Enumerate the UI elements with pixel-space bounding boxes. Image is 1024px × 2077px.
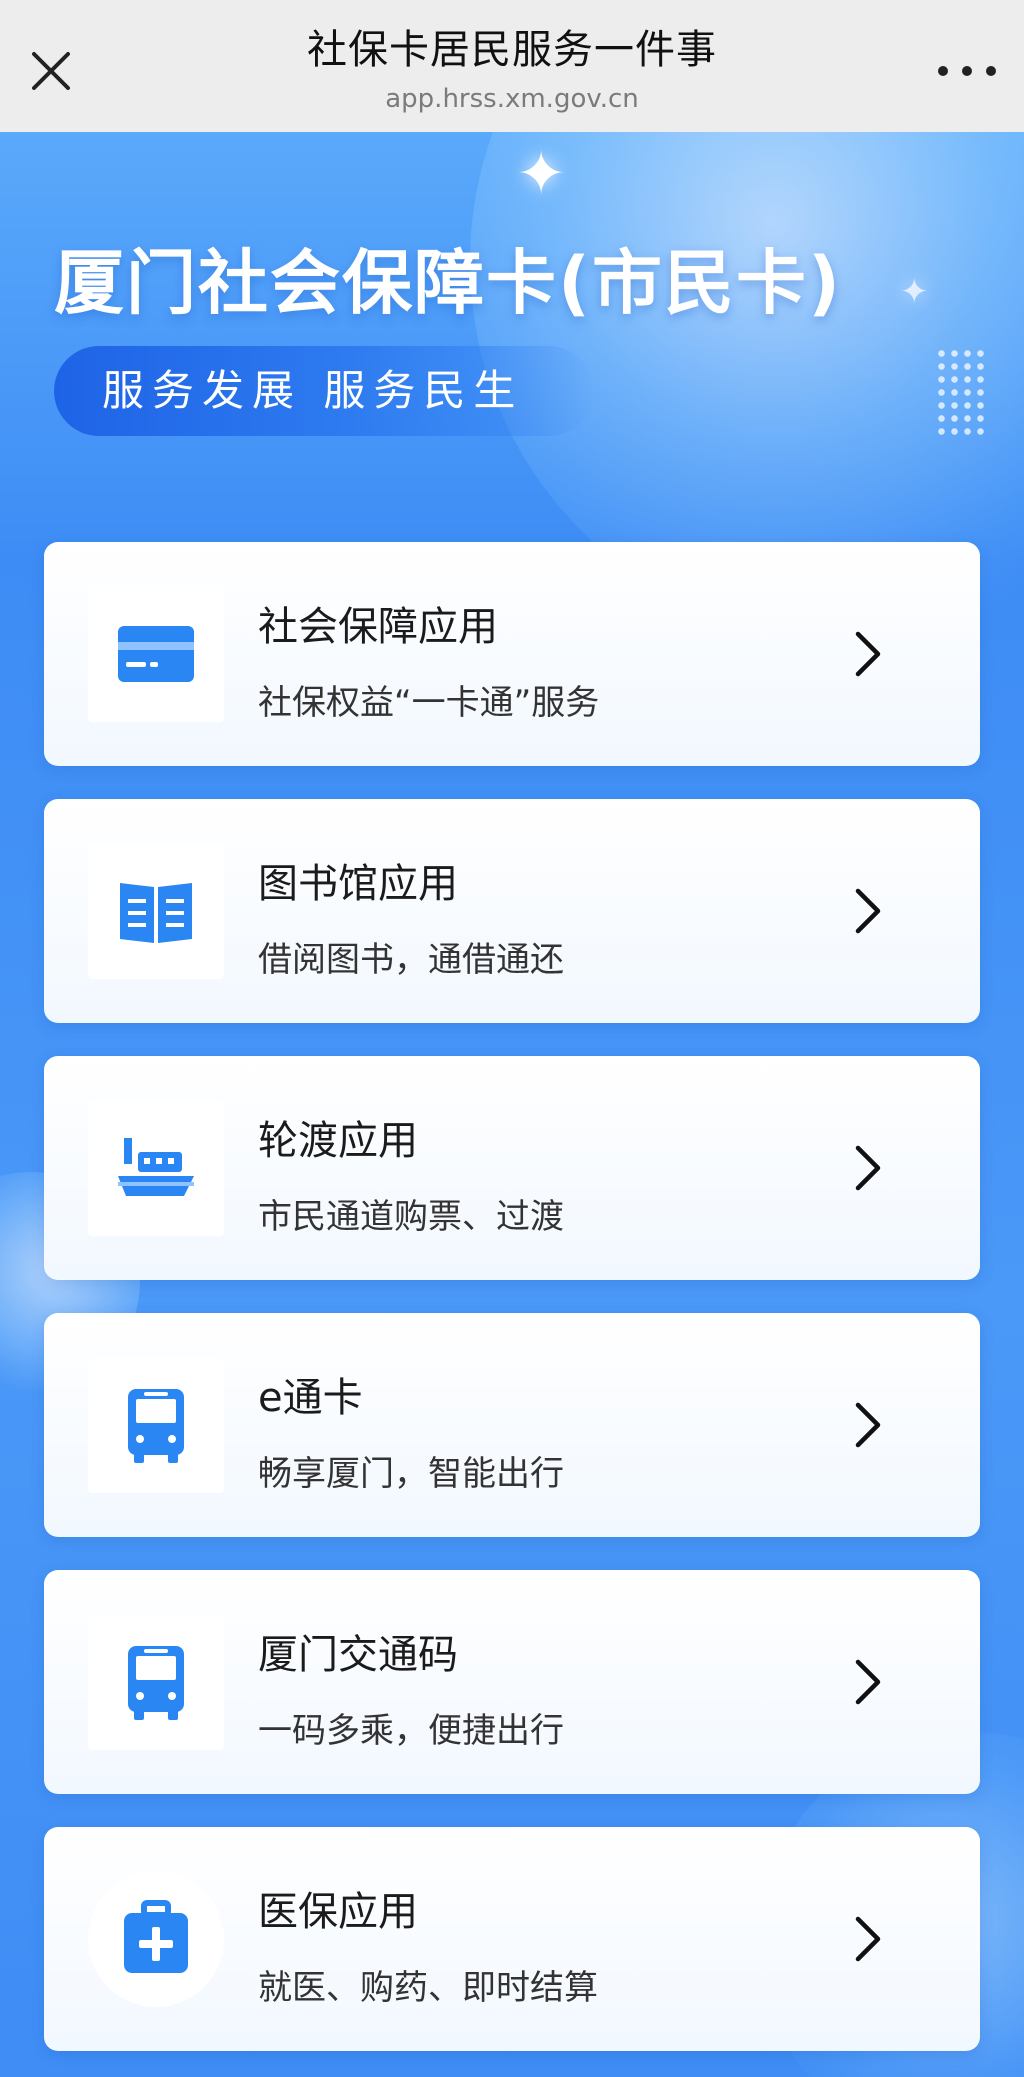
- page-url: app.hrss.xm.gov.cn: [385, 84, 639, 114]
- icon-container: [88, 843, 224, 979]
- slogan-banner: 服务发展 服务民生: [54, 346, 594, 436]
- icon-container: [88, 586, 224, 722]
- hero-title: 厦门社会保障卡(市民卡): [54, 242, 842, 324]
- icon-container: [88, 1614, 224, 1750]
- sparkle-icon: ✦: [900, 272, 929, 312]
- ferry-icon: [118, 1138, 194, 1196]
- bus-icon: [128, 1646, 184, 1720]
- card-subtitle: 社保权益“一卡通”服务: [258, 683, 600, 723]
- chevron-right-icon: [855, 631, 881, 677]
- sparkle-icon: ✦: [516, 139, 567, 209]
- chevron-right-icon: [855, 1145, 881, 1191]
- close-icon[interactable]: [28, 48, 74, 94]
- card-title: 厦门交通码: [258, 1632, 458, 1678]
- card-title: 医保应用: [258, 1889, 418, 1935]
- dot: [938, 66, 948, 76]
- bus-icon: [128, 1389, 184, 1463]
- service-card-ferry[interactable]: 轮渡应用 市民通道购票、过渡: [44, 1056, 980, 1280]
- service-card-list: 社会保障应用 社保权益“一卡通”服务 图书馆应用 借阅图书，通借通还 轮渡应用 …: [44, 542, 980, 2077]
- chevron-right-icon: [855, 1916, 881, 1962]
- slogan-text: 服务发展 服务民生: [102, 366, 524, 415]
- card-title: 图书馆应用: [258, 861, 458, 907]
- card-subtitle: 畅享厦门，智能出行: [258, 1454, 564, 1494]
- book-icon: [120, 883, 192, 943]
- dot: [962, 66, 972, 76]
- service-card-social-security[interactable]: 社会保障应用 社保权益“一卡通”服务: [44, 542, 980, 766]
- service-card-library[interactable]: 图书馆应用 借阅图书，通借通还: [44, 799, 980, 1023]
- more-dots-icon[interactable]: [938, 56, 996, 86]
- main-content: ✦ ✦ 厦门社会保障卡(市民卡) 服务发展 服务民生 社会保障应用 社保权益“一…: [0, 132, 1024, 2077]
- medical-kit-icon: [124, 1900, 188, 1973]
- service-card-etong[interactable]: e通卡 畅享厦门，智能出行: [44, 1313, 980, 1537]
- card-subtitle: 一码多乘，便捷出行: [258, 1711, 564, 1751]
- chevron-right-icon: [855, 888, 881, 934]
- icon-container: [88, 1357, 224, 1493]
- page-title: 社保卡居民服务一件事: [307, 27, 717, 73]
- card-title: 社会保障应用: [258, 604, 498, 650]
- icon-container: [88, 1100, 224, 1236]
- card-title: 轮渡应用: [258, 1118, 418, 1164]
- card-icon: [118, 626, 194, 682]
- card-subtitle: 借阅图书，通借通还: [258, 940, 564, 980]
- dot-grid-decoration: [935, 347, 985, 437]
- service-card-traffic-code[interactable]: 厦门交通码 一码多乘，便捷出行: [44, 1570, 980, 1794]
- card-subtitle: 就医、购药、即时结算: [258, 1968, 598, 2008]
- title-block: 社保卡居民服务一件事 app.hrss.xm.gov.cn: [150, 22, 874, 118]
- card-title: e通卡: [258, 1375, 363, 1421]
- service-card-medical-insurance[interactable]: 医保应用 就医、购药、即时结算: [44, 1827, 980, 2051]
- card-subtitle: 市民通道购票、过渡: [258, 1197, 564, 1237]
- browser-topbar: 社保卡居民服务一件事 app.hrss.xm.gov.cn: [0, 0, 1024, 132]
- icon-container: [88, 1871, 224, 2007]
- dot: [986, 66, 996, 76]
- chevron-right-icon: [855, 1402, 881, 1448]
- chevron-right-icon: [855, 1659, 881, 1705]
